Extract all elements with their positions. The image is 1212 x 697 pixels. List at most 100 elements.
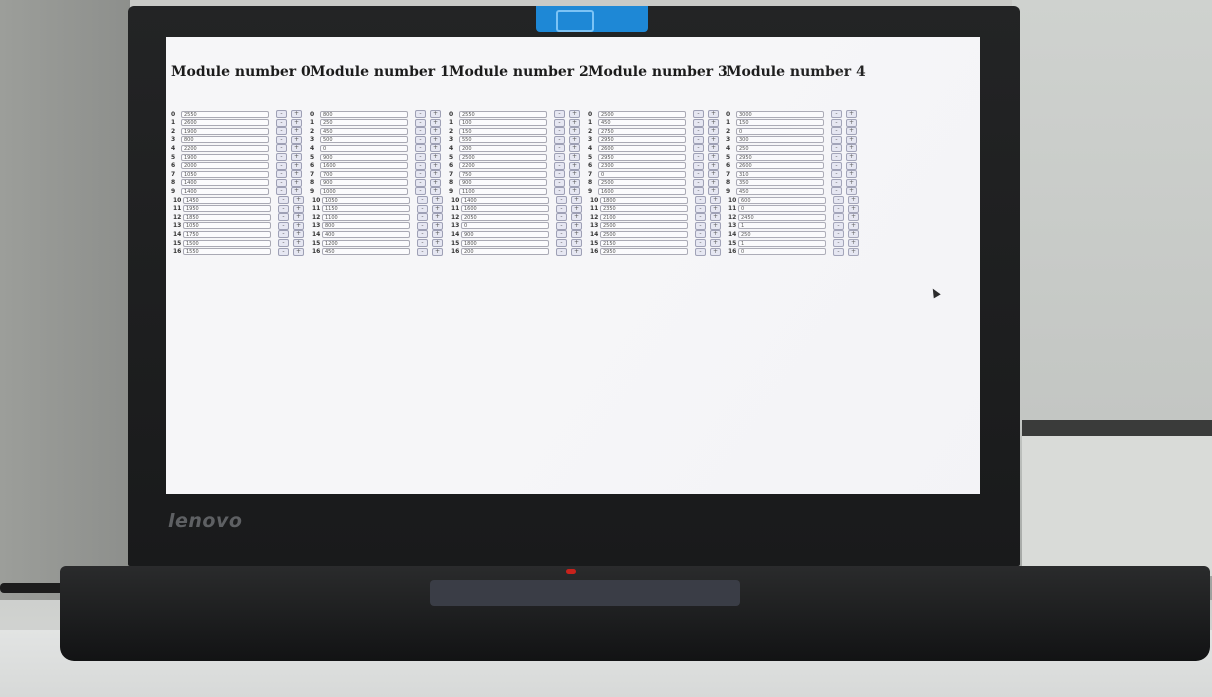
- channel-value-input[interactable]: 800: [320, 110, 408, 118]
- decrement-button[interactable]: -: [556, 204, 567, 213]
- increment-button[interactable]: +: [293, 230, 304, 239]
- decrement-button[interactable]: -: [695, 247, 706, 256]
- increment-button[interactable]: +: [291, 170, 302, 179]
- increment-button[interactable]: +: [291, 135, 302, 144]
- channel-value-input[interactable]: 2200: [181, 144, 269, 152]
- decrement-button[interactable]: -: [276, 170, 287, 179]
- decrement-button[interactable]: -: [693, 153, 704, 161]
- channel-value-input[interactable]: 1800: [600, 196, 688, 204]
- channel-value-input[interactable]: 500: [320, 136, 408, 144]
- channel-value-input[interactable]: 2000: [181, 162, 269, 170]
- channel-value-input[interactable]: 1600: [461, 205, 549, 213]
- increment-button[interactable]: +: [569, 187, 580, 196]
- increment-button[interactable]: +: [291, 110, 302, 118]
- channel-value-input[interactable]: 2500: [598, 110, 686, 118]
- decrement-button[interactable]: -: [833, 239, 844, 247]
- increment-button[interactable]: +: [430, 135, 441, 144]
- channel-value-input[interactable]: 1100: [459, 187, 547, 195]
- increment-button[interactable]: +: [430, 110, 441, 118]
- decrement-button[interactable]: -: [278, 239, 289, 247]
- channel-value-input[interactable]: 2500: [459, 153, 547, 161]
- increment-button[interactable]: +: [430, 170, 441, 179]
- channel-value-input[interactable]: 1050: [322, 196, 410, 204]
- increment-button[interactable]: +: [293, 247, 304, 256]
- decrement-button[interactable]: -: [833, 230, 844, 239]
- increment-button[interactable]: +: [710, 221, 721, 230]
- increment-button[interactable]: +: [846, 127, 857, 136]
- increment-button[interactable]: +: [846, 170, 857, 179]
- decrement-button[interactable]: -: [554, 170, 565, 179]
- increment-button[interactable]: +: [846, 153, 857, 161]
- increment-button[interactable]: +: [293, 213, 304, 222]
- decrement-button[interactable]: -: [415, 153, 426, 161]
- channel-value-input[interactable]: 0: [738, 248, 826, 256]
- channel-value-input[interactable]: 800: [322, 222, 410, 230]
- increment-button[interactable]: +: [848, 239, 859, 247]
- increment-button[interactable]: +: [710, 196, 721, 204]
- channel-value-input[interactable]: 1800: [461, 239, 549, 247]
- increment-button[interactable]: +: [710, 213, 721, 222]
- channel-value-input[interactable]: 150: [459, 127, 547, 135]
- decrement-button[interactable]: -: [415, 187, 426, 196]
- decrement-button[interactable]: -: [554, 144, 565, 153]
- channel-value-input[interactable]: 800: [181, 136, 269, 144]
- decrement-button[interactable]: -: [831, 135, 842, 144]
- increment-button[interactable]: +: [569, 127, 580, 136]
- channel-value-input[interactable]: 0: [320, 144, 408, 152]
- decrement-button[interactable]: -: [556, 247, 567, 256]
- increment-button[interactable]: +: [430, 161, 441, 170]
- channel-value-input[interactable]: 2100: [600, 213, 688, 221]
- decrement-button[interactable]: -: [833, 196, 844, 204]
- increment-button[interactable]: +: [848, 204, 859, 213]
- decrement-button[interactable]: -: [695, 221, 706, 230]
- decrement-button[interactable]: -: [693, 110, 704, 118]
- increment-button[interactable]: +: [571, 239, 582, 247]
- decrement-button[interactable]: -: [695, 230, 706, 239]
- channel-value-input[interactable]: 100: [459, 119, 547, 127]
- decrement-button[interactable]: -: [831, 170, 842, 179]
- channel-value-input[interactable]: 250: [738, 230, 826, 238]
- channel-value-input[interactable]: 2150: [600, 239, 688, 247]
- decrement-button[interactable]: -: [278, 204, 289, 213]
- channel-value-input[interactable]: 2600: [736, 162, 824, 170]
- channel-value-input[interactable]: 700: [320, 170, 408, 178]
- decrement-button[interactable]: -: [693, 161, 704, 170]
- decrement-button[interactable]: -: [833, 204, 844, 213]
- increment-button[interactable]: +: [848, 213, 859, 222]
- increment-button[interactable]: +: [846, 187, 857, 196]
- decrement-button[interactable]: -: [276, 144, 287, 153]
- channel-value-input[interactable]: 450: [736, 187, 824, 195]
- channel-value-input[interactable]: 250: [736, 144, 824, 152]
- channel-value-input[interactable]: 900: [320, 179, 408, 187]
- increment-button[interactable]: +: [432, 204, 443, 213]
- decrement-button[interactable]: -: [833, 247, 844, 256]
- channel-value-input[interactable]: 400: [322, 230, 410, 238]
- channel-value-input[interactable]: 250: [320, 119, 408, 127]
- increment-button[interactable]: +: [708, 144, 719, 153]
- decrement-button[interactable]: -: [415, 135, 426, 144]
- increment-button[interactable]: +: [293, 196, 304, 204]
- channel-value-input[interactable]: 2050: [461, 213, 549, 221]
- increment-button[interactable]: +: [571, 230, 582, 239]
- decrement-button[interactable]: -: [417, 247, 428, 256]
- decrement-button[interactable]: -: [554, 161, 565, 170]
- increment-button[interactable]: +: [432, 213, 443, 222]
- increment-button[interactable]: +: [293, 239, 304, 247]
- channel-value-input[interactable]: 2550: [459, 110, 547, 118]
- increment-button[interactable]: +: [571, 196, 582, 204]
- increment-button[interactable]: +: [569, 144, 580, 153]
- decrement-button[interactable]: -: [556, 213, 567, 222]
- increment-button[interactable]: +: [293, 221, 304, 230]
- increment-button[interactable]: +: [430, 127, 441, 136]
- decrement-button[interactable]: -: [415, 178, 426, 187]
- increment-button[interactable]: +: [569, 110, 580, 118]
- channel-value-input[interactable]: 450: [598, 119, 686, 127]
- decrement-button[interactable]: -: [693, 127, 704, 136]
- channel-value-input[interactable]: 200: [461, 248, 549, 256]
- increment-button[interactable]: +: [291, 127, 302, 136]
- decrement-button[interactable]: -: [278, 213, 289, 222]
- decrement-button[interactable]: -: [554, 127, 565, 136]
- decrement-button[interactable]: -: [276, 135, 287, 144]
- increment-button[interactable]: +: [569, 135, 580, 144]
- increment-button[interactable]: +: [569, 161, 580, 170]
